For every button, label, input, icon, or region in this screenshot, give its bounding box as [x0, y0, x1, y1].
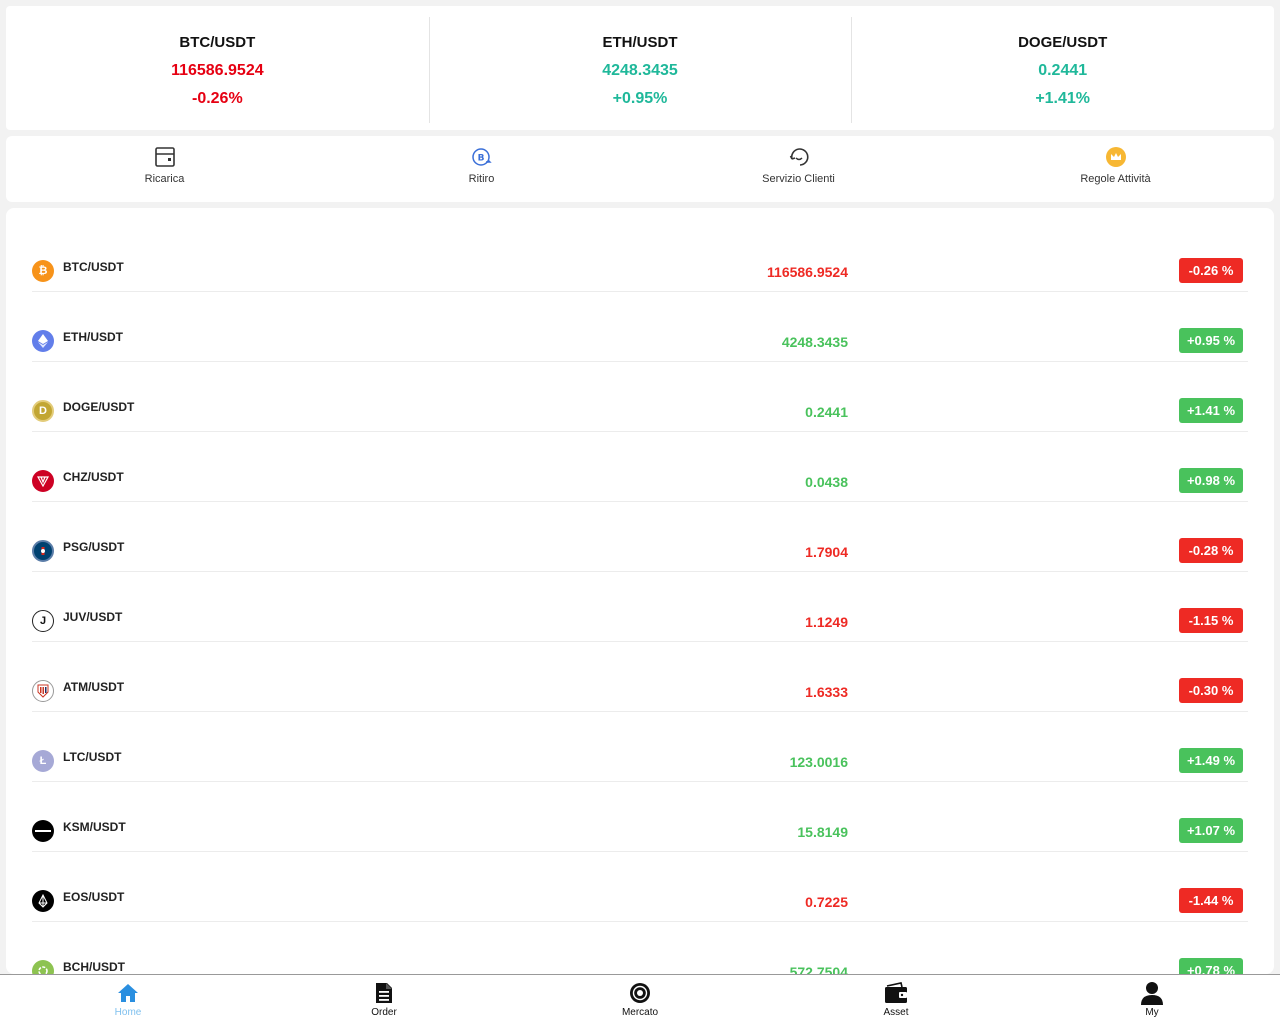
- ticker-price: 4248.3435: [602, 62, 678, 79]
- ticker-pair: BTC/USDT: [179, 34, 256, 51]
- market-row[interactable]: ETH/USDT 4248.3435 +0.95 %: [32, 292, 1248, 362]
- tab-home[interactable]: Home: [0, 975, 256, 1024]
- crown-icon: [1105, 146, 1127, 168]
- pair-price: 15.8149: [797, 824, 848, 840]
- action-label: Regole Attività: [1080, 173, 1151, 185]
- pair-name: EOS/USDT: [63, 890, 125, 904]
- market-row[interactable]: CHZ/USDT 0.0438 +0.98 %: [32, 432, 1248, 502]
- market-icon: [628, 981, 652, 1005]
- doge-icon: D: [32, 400, 54, 422]
- tab-my[interactable]: My: [1024, 975, 1280, 1024]
- change-badge: -0.28 %: [1179, 538, 1243, 563]
- market-row[interactable]: J JUV/USDT 1.1249 -1.15 %: [32, 572, 1248, 642]
- pair-price: 1.1249: [805, 614, 848, 630]
- market-row[interactable]: PSG/USDT 1.7904 -0.28 %: [32, 502, 1248, 572]
- psg-icon: [32, 540, 54, 562]
- tab-label: My: [1145, 1007, 1159, 1018]
- action-label: Ricarica: [144, 173, 185, 185]
- activity-rules-button[interactable]: Regole Attività: [957, 136, 1274, 202]
- ticker-bar: BTC/USDT 116586.9524 -0.26% ETH/USDT 424…: [6, 6, 1274, 130]
- pair-name: PSG/USDT: [63, 540, 125, 554]
- wallet-icon: [884, 981, 908, 1005]
- ksm-icon: [32, 820, 54, 842]
- customer-service-button[interactable]: Servizio Clienti: [640, 136, 957, 202]
- svg-text:B: B: [477, 154, 484, 164]
- tab-label: Asset: [883, 1007, 909, 1018]
- customer-service-icon: [788, 146, 810, 168]
- change-badge: -0.26 %: [1179, 258, 1243, 283]
- ticker-change: +1.41%: [1035, 90, 1091, 107]
- pair-name: LTC/USDT: [63, 750, 122, 764]
- pair-price: 0.7225: [805, 894, 848, 910]
- market-row[interactable]: ₿ BTC/USDT 116586.9524 -0.26 %: [32, 222, 1248, 292]
- ticker-doge[interactable]: DOGE/USDT 0.2441 +1.41%: [851, 6, 1274, 130]
- market-list: ₿ BTC/USDT 116586.9524 -0.26 % ETH/USDT …: [6, 208, 1274, 974]
- bitcoin-withdraw-icon: B: [471, 146, 493, 168]
- pair-price: 0.0438: [805, 474, 848, 490]
- home-icon: [116, 981, 140, 1005]
- change-badge: -1.15 %: [1179, 608, 1243, 633]
- change-badge: -1.44 %: [1179, 888, 1243, 913]
- quick-actions: Ricarica B Ritiro Servizio Clienti Regol…: [6, 136, 1274, 202]
- tab-market[interactable]: Mercato: [512, 975, 768, 1024]
- ticker-eth[interactable]: ETH/USDT 4248.3435 +0.95%: [428, 6, 852, 130]
- pair-name: ETH/USDT: [63, 330, 123, 344]
- atm-icon: [32, 680, 54, 702]
- ticker-price: 0.2441: [1038, 62, 1088, 79]
- pair-name: BTC/USDT: [63, 260, 124, 274]
- change-badge: +0.98 %: [1179, 468, 1243, 493]
- pair-name: JUV/USDT: [63, 610, 123, 624]
- market-row[interactable]: BCH/USDT 572.7504 +0.78 %: [32, 922, 1248, 974]
- market-row[interactable]: KSM/USDT 15.8149 +1.07 %: [32, 782, 1248, 852]
- pair-name: DOGE/USDT: [63, 400, 135, 414]
- pair-price: 0.2441: [805, 404, 848, 420]
- market-row[interactable]: EOS/USDT 0.7225 -1.44 %: [32, 852, 1248, 922]
- pair-price: 572.7504: [789, 964, 848, 974]
- wallet-card-icon: [154, 146, 176, 168]
- pair-name: ATM/USDT: [63, 680, 125, 694]
- pair-name: CHZ/USDT: [63, 470, 124, 484]
- ticker-change: +0.95%: [612, 90, 668, 107]
- change-badge: +0.78 %: [1179, 958, 1243, 974]
- juv-icon: J: [32, 610, 54, 632]
- action-label: Servizio Clienti: [762, 173, 835, 185]
- withdraw-button[interactable]: B Ritiro: [323, 136, 640, 202]
- change-badge: +1.49 %: [1179, 748, 1243, 773]
- ticker-pair: ETH/USDT: [602, 34, 678, 51]
- ticker-pair: DOGE/USDT: [1018, 34, 1108, 51]
- user-icon: [1140, 981, 1164, 1005]
- tab-order[interactable]: Order: [256, 975, 512, 1024]
- btc-icon: ₿: [32, 260, 54, 282]
- eth-icon: [32, 330, 54, 352]
- ticker-price: 116586.9524: [171, 62, 264, 79]
- pair-price: 123.0016: [789, 754, 848, 770]
- pair-name: KSM/USDT: [63, 820, 126, 834]
- recharge-button[interactable]: Ricarica: [6, 136, 323, 202]
- market-row[interactable]: Ł LTC/USDT 123.0016 +1.49 %: [32, 712, 1248, 782]
- change-badge: +1.41 %: [1179, 398, 1243, 423]
- ticker-btc[interactable]: BTC/USDT 116586.9524 -0.26%: [6, 6, 429, 130]
- pair-price: 116586.9524: [767, 264, 848, 280]
- tab-label: Home: [114, 1007, 142, 1018]
- tab-asset[interactable]: Asset: [768, 975, 1024, 1024]
- bch-icon: [32, 960, 54, 974]
- change-badge: +1.07 %: [1179, 818, 1243, 843]
- pair-price: 1.7904: [805, 544, 848, 560]
- change-badge: +0.95 %: [1179, 328, 1243, 353]
- market-row[interactable]: ATM/USDT 1.6333 -0.30 %: [32, 642, 1248, 712]
- chz-icon: [32, 470, 54, 492]
- market-row[interactable]: D DOGE/USDT 0.2441 +1.41 %: [32, 362, 1248, 432]
- pair-price: 4248.3435: [781, 334, 848, 350]
- change-badge: -0.30 %: [1179, 678, 1243, 703]
- tab-label: Order: [371, 1007, 397, 1018]
- action-label: Ritiro: [468, 173, 495, 185]
- document-icon: [372, 981, 396, 1005]
- pair-name: BCH/USDT: [63, 960, 125, 974]
- bottom-tab-bar: Home Order Mercato Asset My: [0, 974, 1280, 1024]
- ticker-change: -0.26%: [191, 90, 243, 107]
- eos-icon: [32, 890, 54, 912]
- pair-price: 1.6333: [805, 684, 848, 700]
- ltc-icon: Ł: [32, 750, 54, 772]
- tab-label: Mercato: [621, 1007, 659, 1018]
